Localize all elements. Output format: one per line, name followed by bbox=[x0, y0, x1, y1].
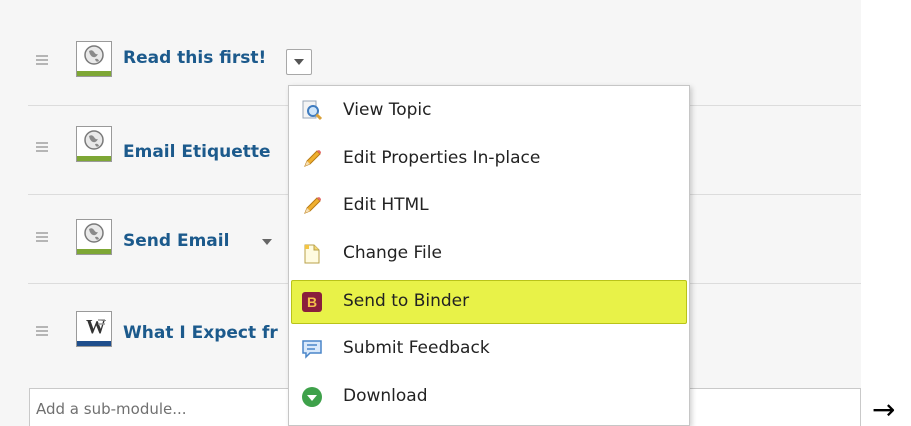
menu-item-send-to-binder[interactable]: B Send to Binder bbox=[291, 280, 687, 324]
menu-item-label: Download bbox=[343, 386, 428, 406]
pencil-icon bbox=[301, 195, 323, 217]
topic-title[interactable]: Email Etiquette bbox=[123, 142, 271, 162]
topic-title[interactable]: Send Email bbox=[123, 231, 229, 251]
menu-item-edit-html[interactable]: Edit HTML bbox=[291, 184, 687, 228]
view-magnifier-icon bbox=[301, 100, 323, 122]
drag-handle-icon[interactable] bbox=[36, 142, 48, 152]
menu-item-label: Edit HTML bbox=[343, 195, 429, 215]
menu-item-label: Send to Binder bbox=[343, 291, 470, 311]
menu-item-download[interactable]: Download bbox=[291, 375, 687, 419]
chevron-down-icon[interactable] bbox=[262, 239, 272, 245]
menu-item-view-topic[interactable]: View Topic bbox=[291, 89, 687, 133]
menu-item-edit-properties[interactable]: Edit Properties In-place bbox=[291, 137, 687, 181]
drag-handle-icon[interactable] bbox=[36, 326, 48, 336]
download-icon bbox=[301, 386, 323, 408]
menu-item-label: Edit Properties In-place bbox=[343, 148, 541, 168]
web-page-icon bbox=[76, 219, 112, 255]
menu-item-label: Change File bbox=[343, 243, 442, 263]
web-page-icon bbox=[76, 126, 112, 162]
web-page-icon bbox=[76, 41, 112, 77]
word-document-icon: W bbox=[76, 311, 112, 347]
topic-title[interactable]: Read this first! bbox=[123, 48, 266, 68]
svg-text:B: B bbox=[307, 294, 317, 310]
menu-item-label: View Topic bbox=[343, 100, 432, 120]
topic-context-menu: View Topic Edit Properties In-place Edit… bbox=[288, 85, 690, 426]
topic-title[interactable]: What I Expect fr bbox=[123, 323, 278, 343]
chevron-down-icon bbox=[294, 59, 304, 65]
feedback-bubble-icon bbox=[301, 338, 323, 360]
right-arrow-icon: → bbox=[872, 393, 896, 426]
menu-item-change-file[interactable]: Change File bbox=[291, 232, 687, 276]
drag-handle-icon[interactable] bbox=[36, 55, 48, 65]
menu-item-submit-feedback[interactable]: Submit Feedback bbox=[291, 327, 687, 371]
menu-item-label: Submit Feedback bbox=[343, 338, 490, 358]
topic-dropdown-button[interactable] bbox=[286, 49, 312, 75]
drag-handle-icon[interactable] bbox=[36, 232, 48, 242]
pencil-icon bbox=[301, 148, 323, 170]
file-icon bbox=[301, 243, 323, 265]
binder-b-icon: B bbox=[301, 291, 323, 313]
